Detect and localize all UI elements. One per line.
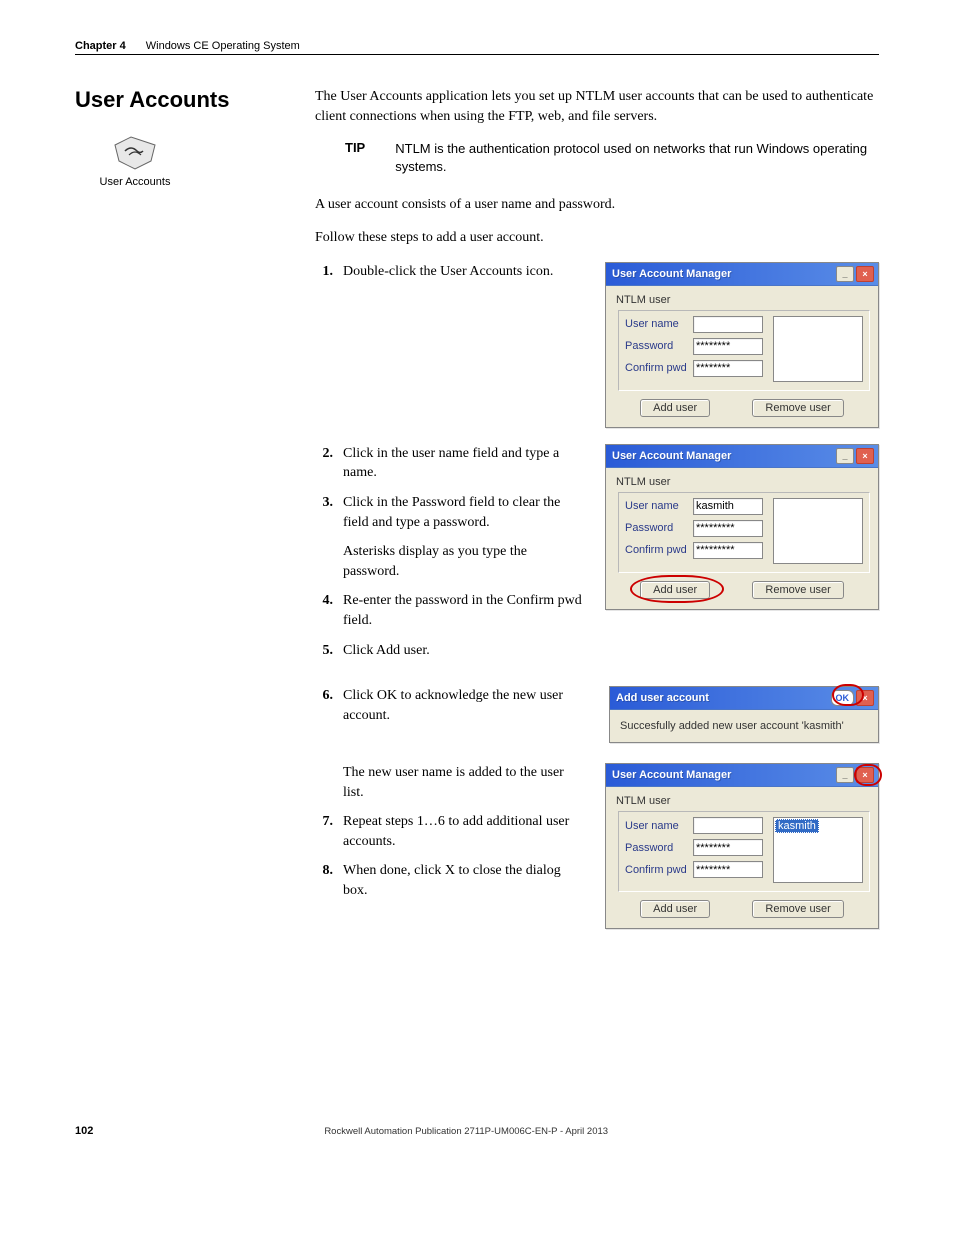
add-user-button[interactable]: Add user — [640, 900, 710, 918]
dialog-title: User Account Manager — [612, 769, 731, 781]
msgbox-title: Add user account — [616, 692, 709, 704]
minimize-icon[interactable]: _ — [836, 266, 854, 282]
password-label: Password — [625, 842, 687, 854]
group-label: NTLM user — [616, 795, 870, 807]
group-label: NTLM user — [616, 476, 870, 488]
tip-block: TIP NTLM is the authentication protocol … — [345, 140, 879, 176]
close-icon[interactable]: × — [856, 767, 874, 783]
chapter-title: Windows CE Operating System — [146, 40, 300, 52]
close-icon[interactable]: × — [856, 690, 874, 706]
confirm-pwd-input[interactable] — [693, 542, 763, 559]
follow-paragraph: Follow these steps to add a user account… — [315, 228, 879, 248]
group-label: NTLM user — [616, 294, 870, 306]
add-user-button[interactable]: Add user — [640, 399, 710, 417]
step-8: When done, click X to close the dialog b… — [343, 861, 585, 900]
password-input[interactable] — [693, 338, 763, 355]
user-list[interactable] — [773, 316, 863, 382]
user-list[interactable] — [773, 498, 863, 564]
confirm-pwd-label: Confirm pwd — [625, 362, 687, 374]
user-list-item[interactable]: kasmith — [775, 819, 819, 833]
step-6-note: The new user name is added to the user l… — [343, 763, 585, 802]
intro-paragraph: The User Accounts application lets you s… — [315, 87, 879, 126]
password-label: Password — [625, 522, 687, 534]
step-2: Click in the user name field and type a … — [343, 444, 585, 483]
step-5: Click Add user. — [343, 641, 585, 661]
step-3: Click in the Password field to clear the… — [343, 493, 585, 532]
user-list[interactable]: kasmith — [773, 817, 863, 883]
username-input[interactable] — [693, 817, 763, 834]
confirm-pwd-label: Confirm pwd — [625, 544, 687, 556]
step-3-note: Asterisks display as you type the passwo… — [343, 542, 585, 581]
user-account-manager-dialog: User Account Manager _ × NTLM user User … — [605, 262, 879, 428]
user-account-manager-dialog: User Account Manager _ × NTLM user User … — [605, 444, 879, 610]
confirm-pwd-label: Confirm pwd — [625, 864, 687, 876]
msgbox-text: Succesfully added new user account 'kasm… — [610, 710, 878, 742]
username-label: User name — [625, 820, 687, 832]
ok-button[interactable]: OK — [831, 690, 855, 706]
minimize-icon[interactable]: _ — [836, 448, 854, 464]
step-4: Re-enter the password in the Confirm pwd… — [343, 591, 585, 630]
page-number: 102 — [75, 1125, 93, 1137]
section-heading: User Accounts — [75, 87, 275, 113]
confirm-pwd-input[interactable] — [693, 360, 763, 377]
page-header: Chapter 4 Windows CE Operating System — [75, 40, 879, 55]
step-6: Click OK to acknowledge the new user acc… — [343, 686, 589, 725]
remove-user-button[interactable]: Remove user — [752, 399, 843, 417]
add-user-account-msgbox: Add user account OK × Succesfully added … — [609, 686, 879, 743]
tip-text: NTLM is the authentication protocol used… — [395, 140, 879, 176]
step-7: Repeat steps 1…6 to add additional user … — [343, 812, 585, 851]
dialog-title: User Account Manager — [612, 268, 731, 280]
publication-info: Rockwell Automation Publication 2711P-UM… — [324, 1126, 608, 1137]
username-label: User name — [625, 500, 687, 512]
tip-label: TIP — [345, 140, 365, 176]
close-icon[interactable]: × — [856, 266, 874, 282]
account-paragraph: A user account consists of a user name a… — [315, 195, 879, 215]
chapter-number: Chapter 4 — [75, 40, 126, 52]
password-input[interactable] — [693, 839, 763, 856]
icon-label: User Accounts — [95, 176, 175, 189]
user-accounts-icon: User Accounts — [95, 133, 175, 189]
step-1: Double-click the User Accounts icon. — [343, 262, 585, 282]
username-label: User name — [625, 318, 687, 330]
page-footer: 102 Rockwell Automation Publication 2711… — [75, 1125, 879, 1137]
password-input[interactable] — [693, 520, 763, 537]
confirm-pwd-input[interactable] — [693, 861, 763, 878]
handshake-icon — [111, 133, 159, 173]
remove-user-button[interactable]: Remove user — [752, 900, 843, 918]
username-input[interactable] — [693, 316, 763, 333]
close-icon[interactable]: × — [856, 448, 874, 464]
remove-user-button[interactable]: Remove user — [752, 581, 843, 599]
username-input[interactable] — [693, 498, 763, 515]
user-account-manager-dialog: User Account Manager _ × NTLM user User … — [605, 763, 879, 929]
password-label: Password — [625, 340, 687, 352]
minimize-icon[interactable]: _ — [836, 767, 854, 783]
dialog-title: User Account Manager — [612, 450, 731, 462]
add-user-button[interactable]: Add user — [640, 581, 710, 599]
